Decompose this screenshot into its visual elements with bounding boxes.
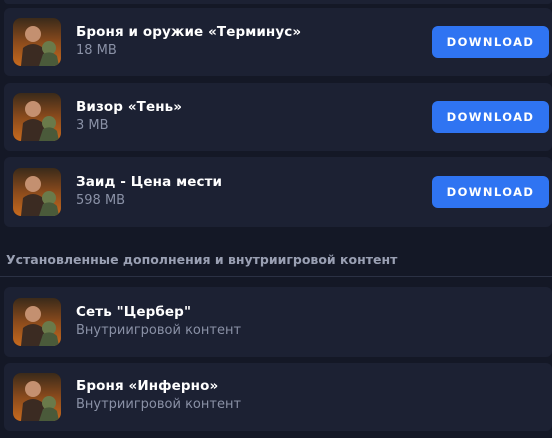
game-cover-thumbnail-icon — [13, 373, 61, 421]
installed-content-item: Сеть "Цербер" Внутриигровой контент — [4, 287, 552, 357]
dlc-download-item: Визор «Тень» 3 MB DOWNLOAD — [4, 83, 552, 151]
game-cover-thumbnail-icon — [13, 168, 61, 216]
dlc-title: Броня и оружие «Терминус» — [76, 24, 302, 40]
dlc-size: 3 MB — [76, 118, 109, 133]
dlc-download-item: Броня и оружие «Терминус» 18 MB DOWNLOAD — [4, 8, 552, 76]
dlc-size: 598 MB — [76, 193, 126, 208]
download-button[interactable]: DOWNLOAD — [432, 101, 549, 133]
game-cover-thumbnail-icon — [13, 298, 61, 346]
dlc-page: Броня и оружие «Терминус» 18 MB DOWNLOAD — [0, 0, 552, 438]
game-cover-thumbnail-icon — [13, 93, 61, 141]
game-cover-thumbnail-icon — [13, 18, 61, 66]
dlc-download-item: Заид - Цена мести 598 MB DOWNLOAD — [4, 157, 552, 227]
installed-item-title: Сеть "Цербер" — [76, 304, 192, 320]
dlc-size: 18 MB — [76, 43, 117, 58]
previous-card-edge — [4, 0, 552, 4]
installed-item-title: Броня «Инферно» — [76, 378, 219, 394]
dlc-title: Заид - Цена мести — [76, 174, 223, 190]
dlc-title: Визор «Тень» — [76, 99, 183, 115]
download-button[interactable]: DOWNLOAD — [432, 26, 549, 58]
installed-item-subtitle: Внутриигровой контент — [76, 397, 242, 412]
installed-item-subtitle: Внутриигровой контент — [76, 323, 242, 338]
installed-content-item: Броня «Инферно» Внутриигровой контент — [4, 363, 552, 431]
download-button[interactable]: DOWNLOAD — [432, 176, 549, 208]
installed-section-heading: Установленные дополнения и внутриигровой… — [6, 252, 398, 267]
section-divider — [0, 276, 552, 277]
